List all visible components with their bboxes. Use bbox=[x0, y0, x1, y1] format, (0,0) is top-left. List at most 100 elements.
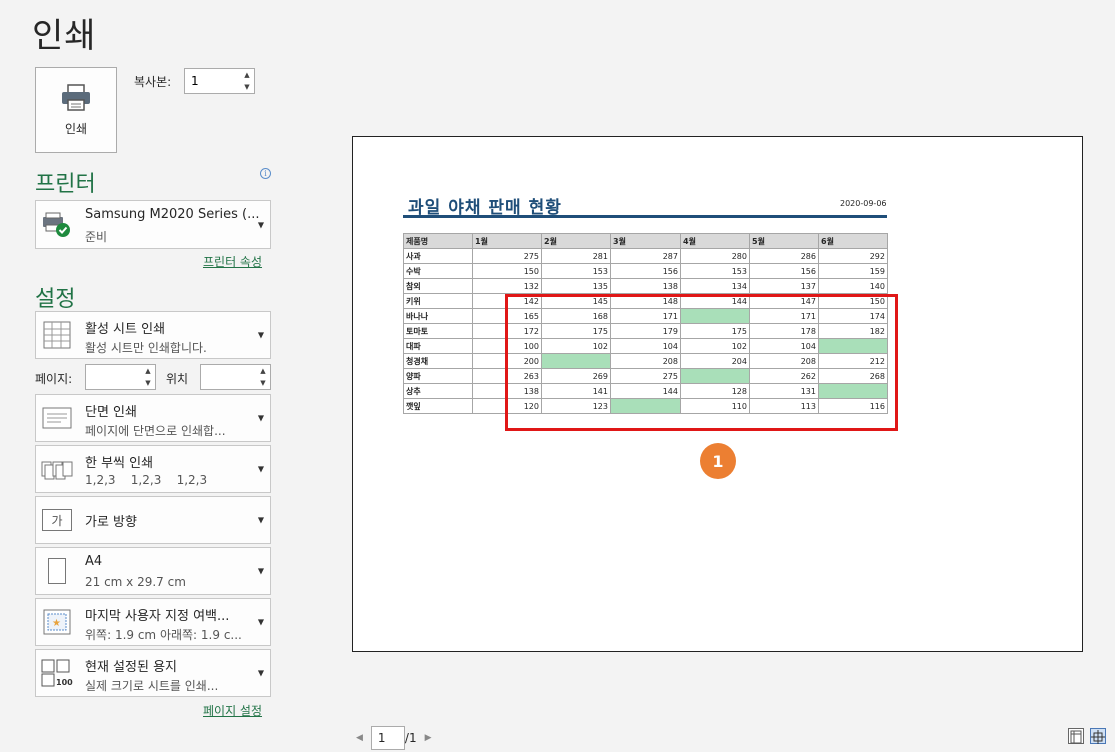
scaling-title: 현재 설정된 용지 bbox=[85, 660, 177, 675]
printer-heading: 프린터 bbox=[35, 172, 96, 197]
title-underline bbox=[403, 215, 887, 218]
svg-text:★: ★ bbox=[52, 618, 61, 629]
pages-to-stepper[interactable]: ▲ ▼ bbox=[200, 364, 271, 390]
value-cell: 275 bbox=[472, 248, 542, 264]
value-cell: 138 bbox=[610, 278, 681, 294]
collate-icon bbox=[40, 452, 74, 486]
table-header-cell: 제품명 bbox=[403, 233, 473, 249]
chevron-down-icon: ▼ bbox=[257, 617, 264, 627]
pages-from-stepper[interactable]: ▲ ▼ bbox=[85, 364, 156, 390]
prev-page-icon[interactable]: ◀ bbox=[356, 733, 363, 743]
margins-select[interactable]: ★ 마지막 사용자 지정 여백... 위쪽: 1.9 cm 아래쪽: 1.9 c… bbox=[35, 598, 271, 646]
margins-title: 마지막 사용자 지정 여백... bbox=[85, 609, 230, 624]
copies-down-icon[interactable]: ▼ bbox=[240, 81, 254, 93]
table-header-cell: 3월 bbox=[610, 233, 681, 249]
row-label-cell: 수박 bbox=[403, 263, 473, 279]
copies-input[interactable] bbox=[185, 69, 238, 93]
table-row: 사과 275 281 287 280 286 292 bbox=[403, 248, 888, 264]
value-cell: 287 bbox=[610, 248, 681, 264]
pages-label: 페이지: bbox=[35, 372, 73, 386]
pages-to-input[interactable] bbox=[201, 365, 254, 389]
margins-icon: ★ bbox=[40, 605, 74, 639]
value-cell: 150 bbox=[472, 263, 542, 279]
printer-icon bbox=[62, 83, 90, 111]
printer-select[interactable]: Samsung M2020 Series (... 준비 ▼ bbox=[35, 200, 271, 249]
collate-title: 한 부씩 인쇄 bbox=[85, 456, 154, 471]
row-label-cell: 키위 bbox=[403, 293, 473, 309]
down-icon[interactable]: ▼ bbox=[256, 377, 270, 389]
print-scope-select[interactable]: 활성 시트 인쇄 활성 시트만 인쇄합니다. ▼ bbox=[35, 311, 271, 359]
value-cell: 135 bbox=[541, 278, 611, 294]
table-header-cell: 2월 bbox=[541, 233, 611, 249]
callout-badge: 1 bbox=[700, 443, 736, 479]
row-label-cell: 토마토 bbox=[403, 323, 473, 339]
value-cell: 153 bbox=[541, 263, 611, 279]
sides-select[interactable]: 단면 인쇄 페이지에 단면으로 인쇄합... ▼ bbox=[35, 394, 271, 442]
row-label-cell: 깻잎 bbox=[403, 398, 473, 414]
landscape-orientation-icon: 가 bbox=[40, 503, 74, 537]
table-header-cell: 6월 bbox=[818, 233, 888, 249]
print-button[interactable]: 인쇄 bbox=[35, 67, 117, 153]
row-label-cell: 청경채 bbox=[403, 353, 473, 369]
value-cell: 159 bbox=[818, 263, 888, 279]
up-icon[interactable]: ▲ bbox=[256, 365, 270, 377]
copies-label: 복사본: bbox=[134, 75, 172, 89]
value-cell: 156 bbox=[610, 263, 681, 279]
orientation-select[interactable]: 가 가로 방향 ▼ bbox=[35, 496, 271, 544]
down-icon[interactable]: ▼ bbox=[141, 377, 155, 389]
current-page-input[interactable]: 1 bbox=[370, 726, 405, 750]
value-cell: 132 bbox=[472, 278, 542, 294]
row-label-cell: 참외 bbox=[403, 278, 473, 294]
chevron-down-icon: ▼ bbox=[257, 566, 264, 576]
paper-size-select[interactable]: A4 21 cm x 29.7 cm ▼ bbox=[35, 547, 271, 595]
paper-icon bbox=[40, 554, 74, 588]
value-cell: 153 bbox=[680, 263, 750, 279]
printer-ready-icon bbox=[40, 208, 74, 242]
page-title: 인쇄 bbox=[32, 16, 97, 56]
zoom-to-page-icon[interactable] bbox=[1090, 728, 1106, 744]
sheet-icon bbox=[40, 318, 74, 352]
page-setup-link[interactable]: 페이지 설정 bbox=[203, 702, 262, 719]
chevron-down-icon: ▼ bbox=[257, 330, 264, 340]
value-cell: 281 bbox=[541, 248, 611, 264]
sides-subtitle: 페이지에 단면으로 인쇄합... bbox=[85, 424, 226, 438]
table-row: 수박 150 153 156 153 156 159 bbox=[403, 263, 888, 279]
copies-stepper[interactable]: ▲ ▼ bbox=[184, 68, 255, 94]
pages-to-label: 위치 bbox=[166, 372, 189, 386]
margins-subtitle: 위쪽: 1.9 cm 아래쪽: 1.9 c... bbox=[85, 628, 242, 642]
collate-subtitle: 1,2,3 1,2,3 1,2,3 bbox=[85, 473, 208, 487]
paper-size-subtitle: 21 cm x 29.7 cm bbox=[85, 575, 186, 589]
chevron-down-icon: ▼ bbox=[257, 668, 264, 678]
printer-status: 준비 bbox=[85, 230, 108, 244]
page-navigator: ◀ 1 /1 ▶ bbox=[356, 726, 432, 750]
print-scope-subtitle: 활성 시트만 인쇄합니다. bbox=[85, 341, 207, 355]
value-cell: 280 bbox=[680, 248, 750, 264]
print-scope-title: 활성 시트 인쇄 bbox=[85, 322, 166, 337]
value-cell: 134 bbox=[680, 278, 750, 294]
scaling-select[interactable]: 100 현재 설정된 용지 실제 크기로 시트를 인쇄... ▼ bbox=[35, 649, 271, 697]
collate-select[interactable]: 한 부씩 인쇄 1,2,3 1,2,3 1,2,3 ▼ bbox=[35, 445, 271, 493]
settings-heading: 설정 bbox=[35, 287, 76, 312]
print-button-label: 인쇄 bbox=[64, 121, 88, 136]
show-margins-icon[interactable] bbox=[1068, 728, 1084, 744]
pages-from-input[interactable] bbox=[86, 365, 139, 389]
scaling-subtitle: 실제 크기로 시트를 인쇄... bbox=[85, 679, 219, 693]
copies-up-icon[interactable]: ▲ bbox=[240, 69, 254, 81]
table-header-cell: 5월 bbox=[749, 233, 819, 249]
info-icon[interactable]: i bbox=[260, 168, 271, 179]
scaling-icon: 100 bbox=[40, 656, 74, 690]
orientation-title: 가로 방향 bbox=[85, 515, 137, 530]
printer-name: Samsung M2020 Series (... bbox=[85, 207, 260, 222]
row-label-cell: 바나나 bbox=[403, 308, 473, 324]
chevron-down-icon: ▼ bbox=[257, 220, 264, 229]
table-row: 참외 132 135 138 134 137 140 bbox=[403, 278, 888, 294]
row-label-cell: 대파 bbox=[403, 338, 473, 354]
svg-text:100: 100 bbox=[56, 678, 73, 687]
next-page-icon[interactable]: ▶ bbox=[425, 733, 432, 743]
value-cell: 140 bbox=[818, 278, 888, 294]
row-label-cell: 양파 bbox=[403, 368, 473, 384]
table-header-cell: 4월 bbox=[680, 233, 750, 249]
up-icon[interactable]: ▲ bbox=[141, 365, 155, 377]
total-pages: /1 bbox=[404, 731, 417, 745]
printer-properties-link[interactable]: 프린터 속성 bbox=[203, 253, 262, 270]
